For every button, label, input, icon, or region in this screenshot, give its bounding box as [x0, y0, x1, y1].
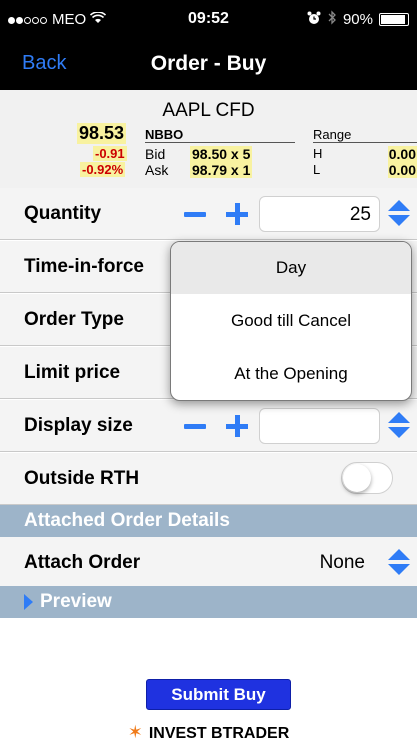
status-bar: MEO 09:52 90%: [0, 0, 417, 40]
quote-panel: AAPL CFD 98.53 NBBO Range -0.91 -0.92% B…: [0, 90, 417, 188]
tif-option-day[interactable]: Day: [171, 242, 411, 294]
quantity-decrement-button[interactable]: [184, 212, 206, 217]
submit-buy-button[interactable]: Submit Buy: [146, 679, 291, 710]
order-type-label: Order Type: [24, 309, 124, 330]
attach-order-row[interactable]: Attach Order None: [0, 537, 417, 589]
bid-value: 98.50 x 5: [190, 146, 253, 162]
battery-percent: 90%: [342, 11, 373, 28]
alarm-icon: [307, 11, 321, 29]
attach-order-label: Attach Order: [24, 552, 141, 573]
display-size-input[interactable]: [259, 408, 380, 444]
display-size-decrement-button[interactable]: [184, 424, 206, 429]
disclosure-triangle-icon: [24, 594, 33, 610]
last-price: 98.53: [77, 123, 127, 144]
time-in-force-label: Time-in-force: [24, 256, 145, 277]
low-label: L: [313, 162, 321, 177]
display-size-increment-button[interactable]: [226, 415, 248, 437]
display-size-stepper-icon[interactable]: [388, 412, 410, 440]
nbbo-label: NBBO: [145, 127, 184, 142]
price-change-percent: -0.92%: [80, 162, 126, 177]
status-right: 90%: [307, 10, 409, 29]
high-label: H: [313, 146, 323, 161]
range-divider: [313, 142, 417, 143]
quantity-input[interactable]: 25: [259, 196, 380, 232]
symbol-label: AAPL CFD: [162, 100, 255, 121]
bluetooth-icon: [327, 10, 337, 29]
ask-label: Ask: [145, 162, 169, 178]
tif-option-good-till-cancel[interactable]: Good till Cancel: [171, 295, 411, 347]
attach-order-selector-icon[interactable]: [388, 549, 410, 577]
display-size-row: Display size: [0, 400, 417, 452]
brand-star-icon: ✶: [127, 722, 143, 742]
navigation-bar: Back Order - Buy: [0, 40, 417, 90]
quantity-row: Quantity 25: [0, 188, 417, 240]
low-value: 0.00: [387, 162, 417, 178]
attached-order-section-title: Attached Order Details: [24, 510, 230, 531]
time-in-force-popup: Day Good till Cancel At the Opening: [170, 241, 412, 401]
ask-value: 98.79 x 1: [190, 162, 253, 178]
brand-footer: ✶ INVEST BTRADER: [0, 722, 417, 742]
outside-rth-label: Outside RTH: [24, 468, 140, 489]
high-value: 0.00: [387, 146, 417, 162]
brand-name: INVEST BTRADER: [148, 725, 290, 742]
quantity-label: Quantity: [24, 203, 102, 224]
outside-rth-row: Outside RTH: [0, 453, 417, 505]
outside-rth-toggle[interactable]: [341, 462, 393, 494]
nbbo-divider: [145, 142, 295, 143]
limit-price-label: Limit price: [24, 362, 121, 383]
battery-icon: [379, 13, 409, 26]
quantity-stepper-icon[interactable]: [388, 200, 410, 228]
attach-order-value: None: [319, 552, 365, 573]
preview-section[interactable]: Preview: [0, 586, 417, 618]
attached-order-section-header: Attached Order Details: [0, 505, 417, 537]
tif-option-at-the-opening[interactable]: At the Opening: [171, 348, 411, 400]
toggle-knob: [343, 464, 371, 492]
preview-label: Preview: [40, 591, 112, 612]
bid-label: Bid: [145, 146, 166, 162]
quantity-increment-button[interactable]: [226, 203, 248, 225]
price-change: -0.91: [93, 146, 127, 161]
page-title: Order - Buy: [150, 52, 267, 75]
display-size-label: Display size: [24, 415, 133, 436]
range-label: Range: [313, 127, 352, 142]
